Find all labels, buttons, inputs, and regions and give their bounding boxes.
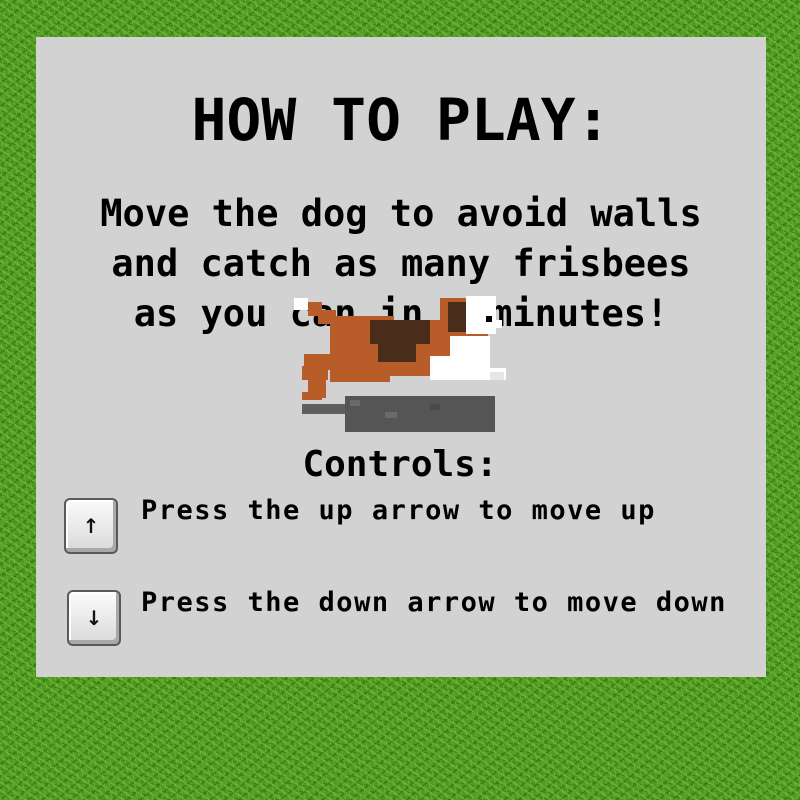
page-title: HOW TO PLAY: — [191, 86, 611, 154]
up-arrow-key[interactable]: ↑ — [64, 498, 118, 554]
down-arrow-key[interactable]: ↓ — [67, 590, 121, 646]
control-down-text: Press the down arrow to move down — [141, 587, 727, 618]
dog-shadow-lower — [345, 396, 495, 432]
dog-tail-tip — [294, 298, 308, 310]
running-dog-sprite — [294, 296, 506, 432]
control-up-text: Press the up arrow to move up — [141, 495, 656, 526]
controls-heading: Controls: — [302, 444, 498, 485]
arrow-up-icon: ↑ — [82, 514, 100, 538]
dog-saddle-patch — [370, 320, 430, 344]
intro-line-1: Move the dog to avoid walls — [100, 192, 702, 235]
intro-line-2: and catch as many frisbees — [111, 242, 691, 285]
arrow-down-icon: ↓ — [85, 606, 103, 630]
